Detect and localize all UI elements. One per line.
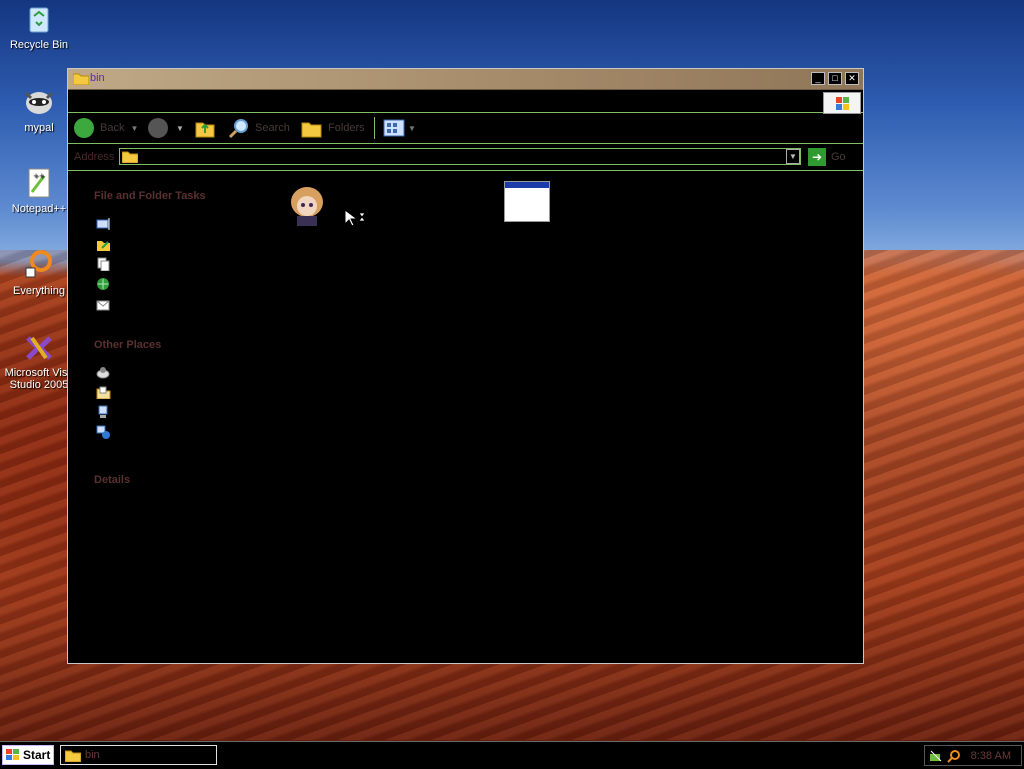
desktop-icon-recycle-bin[interactable]: Recycle Bin [0, 2, 78, 51]
drive-icon[interactable] [96, 365, 111, 379]
back-button[interactable]: Back ▼ [74, 117, 138, 139]
search-label: Search [255, 122, 290, 134]
taskbar-button-label: bin [85, 749, 100, 761]
folders-icon [301, 122, 322, 138]
up-folder-icon [195, 122, 215, 138]
folder-icon [72, 72, 90, 86]
back-label: Back [100, 122, 125, 134]
search-tray-icon[interactable] [947, 749, 961, 763]
close-button[interactable]: ✕ [845, 72, 859, 85]
svg-text:++: ++ [33, 172, 45, 180]
views-icon [383, 119, 405, 137]
windows-logo-icon [823, 92, 861, 114]
email-icon[interactable] [96, 297, 111, 311]
rename-icon[interactable] [96, 217, 111, 231]
maximize-button[interactable]: □ [828, 72, 842, 85]
visual-studio-icon [22, 330, 56, 364]
chevron-down-icon[interactable]: ▼ [408, 124, 416, 133]
go-arrow-icon: ➜ [808, 148, 826, 166]
my-documents-icon[interactable] [96, 385, 111, 399]
taskbar-button-bin[interactable]: bin [60, 745, 217, 765]
address-label: Address [74, 151, 115, 163]
up-folder-button[interactable] [195, 117, 215, 139]
search-button[interactable]: Search [228, 117, 290, 139]
move-icon[interactable] [96, 237, 111, 251]
views-button[interactable]: ▼ [374, 117, 416, 139]
standard-toolbar: Back ▼ ▼ Search Folders ▼ [68, 113, 863, 144]
network-tray-icon[interactable] [929, 749, 943, 763]
busy-cursor-icon [344, 209, 366, 232]
search-icon [228, 119, 248, 139]
anime-avatar-icon[interactable] [285, 182, 329, 226]
details-header[interactable]: Details [94, 474, 130, 486]
everything-search-icon [22, 248, 56, 282]
notepad-plus-plus-icon: ++ [22, 166, 56, 200]
go-button[interactable]: ➜ Go [808, 148, 846, 166]
recycle-bin-icon [22, 2, 56, 36]
title-bar[interactable]: bin _ □ ✕ [68, 69, 863, 90]
chevron-down-icon[interactable]: ▼ [176, 124, 184, 133]
forward-button[interactable]: ▼ [148, 117, 184, 139]
folders-button[interactable]: Folders [301, 117, 365, 139]
raccoon-icon [22, 85, 56, 119]
address-bar: Address ▼ ➜ Go [68, 144, 863, 171]
network-places-icon[interactable] [96, 425, 111, 439]
file-folder-tasks-header[interactable]: File and Folder Tasks [94, 190, 206, 202]
minimize-button[interactable]: _ [811, 72, 825, 85]
folder-icon [65, 750, 81, 762]
clock[interactable]: 8:38 AM [971, 750, 1011, 762]
taskbar: Start bin 8:38 AM [0, 741, 1024, 769]
publish-web-icon[interactable] [96, 277, 111, 291]
address-input[interactable] [119, 148, 801, 165]
system-tray: 8:38 AM [924, 745, 1022, 766]
desktop-icon-label: Recycle Bin [9, 39, 69, 51]
go-label: Go [831, 151, 846, 163]
application-window-icon[interactable] [504, 181, 550, 222]
my-computer-icon[interactable] [96, 405, 111, 419]
menu-bar[interactable] [68, 90, 863, 114]
windows-logo-icon [6, 749, 19, 760]
forward-arrow-icon [148, 118, 168, 138]
other-places-header[interactable]: Other Places [94, 339, 161, 351]
folders-label: Folders [328, 122, 365, 134]
start-label: Start [23, 748, 51, 762]
explorer-window[interactable]: bin _ □ ✕ Back ▼ ▼ Search Folders ▼ Addr… [67, 68, 864, 664]
address-dropdown-button[interactable]: ▼ [786, 149, 800, 164]
window-title: bin [90, 72, 105, 84]
start-button[interactable]: Start [2, 745, 54, 765]
copy-icon[interactable] [96, 257, 111, 271]
folder-icon [122, 151, 138, 163]
chevron-down-icon[interactable]: ▼ [130, 124, 138, 133]
back-arrow-icon [74, 118, 94, 138]
